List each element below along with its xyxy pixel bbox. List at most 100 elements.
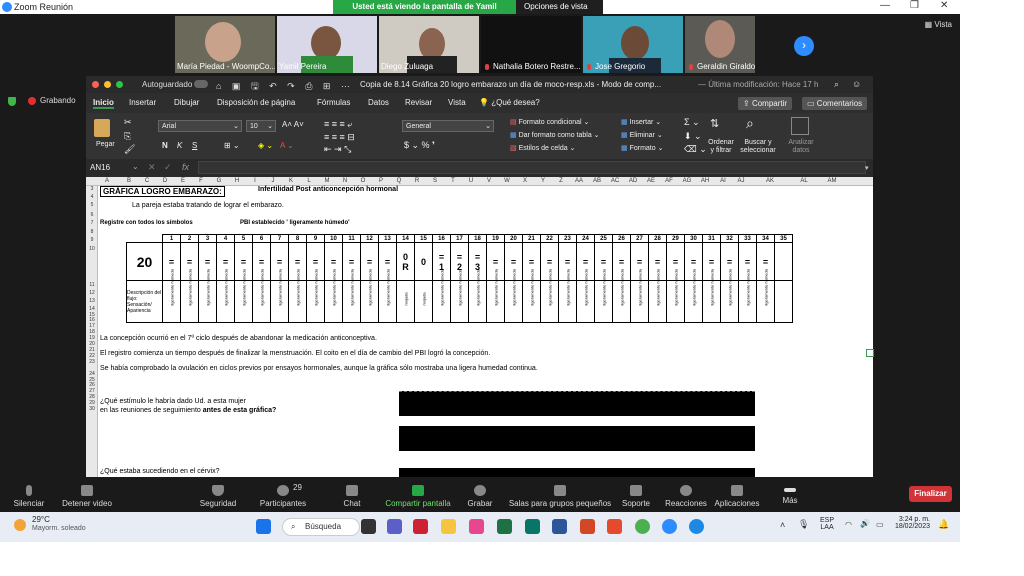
row-header[interactable]: 3 [87,186,97,192]
font-size-select[interactable]: 10 ⌄ [246,120,276,132]
word-icon[interactable] [552,519,567,534]
column-header[interactable]: X [516,178,534,184]
confirm-entry-icon[interactable]: ✓ [164,162,172,173]
format-cells-button[interactable]: ▦ Formato ⌄ [621,144,663,152]
tab-insertar[interactable]: Insertar [129,98,156,107]
file-explorer-icon[interactable] [441,519,456,534]
task-view-icon[interactable] [361,519,376,534]
formula-input[interactable] [198,161,866,174]
taskbar-search[interactable]: ⌕ Búsqueda [282,518,360,536]
zoom-window-button[interactable] [116,81,123,88]
number-format-icons[interactable]: $ ⌄ % ❜ [404,140,435,151]
column-header[interactable]: T [444,178,462,184]
column-header[interactable]: H [228,178,246,184]
column-header[interactable]: M [318,178,336,184]
clear-icon[interactable]: ⌫ ⌄ [684,144,707,155]
edge-icon[interactable] [689,519,704,534]
column-header[interactable]: A [98,178,116,184]
worksheet[interactable]: A B C D E F G H I J K L M N O P Q R S T U V W X Y Z AA AB AC AD AE AF AG… [86,177,873,477]
insert-cells-button[interactable]: ▦ Insertar ⌄ [621,118,661,126]
underline-button[interactable]: S [192,141,197,150]
maximize-icon[interactable]: ❐ [910,0,919,11]
security-button[interactable]: Seguridad [183,482,253,508]
participant-tile[interactable]: Diego Zuluaga [379,16,479,73]
fill-icon[interactable]: ⬇ ⌄ [684,131,702,142]
paste-label[interactable]: Pegar [96,141,115,148]
column-header[interactable]: AG [678,178,696,184]
start-icon[interactable] [256,519,271,534]
column-header[interactable]: C [138,178,156,184]
column-header[interactable]: AC [606,178,624,184]
align-middle-icons[interactable]: ≡ ≡ ≡ ⊟ [324,132,355,143]
number-format-select[interactable]: General ⌄ [402,120,494,132]
app-icon[interactable] [413,519,428,534]
column-header[interactable]: D [156,178,174,184]
fx-icon[interactable]: fx [182,162,189,172]
chrome-icon[interactable] [635,519,650,534]
column-header[interactable]: AD [624,178,642,184]
row-header[interactable]: 30 [87,406,97,412]
battery-icon[interactable]: ▭ [876,520,884,529]
share-button[interactable]: ⇪ Compartir [738,97,793,110]
delete-cells-button[interactable]: ▦ Eliminar ⌄ [621,131,663,139]
sort-filter-button[interactable]: Ordenar y filtrar [706,139,736,155]
tab-inicio[interactable]: Inicio [93,98,114,109]
more-button[interactable]: Más [755,482,825,505]
teams-icon[interactable] [387,519,402,534]
answer-box-2[interactable] [399,426,755,451]
column-header[interactable]: Y [534,178,552,184]
format-as-table-button[interactable]: ▦ Dar formato como tabla ⌄ [510,131,600,139]
mic-tray-icon[interactable]: 🎙 [798,519,809,530]
stop-video-button[interactable]: Detener video [52,482,122,508]
tab-formulas[interactable]: Fórmulas [317,98,350,107]
column-header[interactable]: AH [696,178,714,184]
row-header[interactable]: 7 [87,220,97,226]
weather-temp[interactable]: 29°C [32,515,50,524]
column-header[interactable]: N [336,178,354,184]
column-header[interactable]: AA [570,178,588,184]
tray-chevron-icon[interactable]: ˄ [780,520,785,530]
view-button[interactable]: ▦ Vista [925,20,952,29]
format-painter-icon[interactable]: 🖌 [124,144,135,155]
autosave-toggle[interactable] [194,80,208,88]
font-grow-shrink-icons[interactable]: A˄ A˅ [282,120,304,129]
indent-icons[interactable]: ⇤ ⇥ ⤡ [324,144,351,155]
paste-icon[interactable] [94,119,110,137]
app-icon[interactable] [469,519,484,534]
column-header[interactable]: B [120,178,138,184]
recording-indicator[interactable]: Grabando [28,96,76,105]
sort-filter-icon[interactable]: ⇅ [710,117,719,130]
column-header[interactable]: E [174,178,192,184]
participant-tile[interactable]: Yamil Pereira [277,16,377,73]
tab-dibujar[interactable]: Dibujar [174,98,199,107]
cell-styles-button[interactable]: ▧ Estilos de celda ⌄ [510,144,575,152]
scroll-down-icon[interactable]: ▾ [865,164,869,172]
next-participants-button[interactable]: › [794,36,814,56]
analyze-data-icon[interactable] [791,117,809,135]
cut-icon[interactable]: ✂ [124,117,132,128]
italic-button[interactable]: K [177,141,182,150]
excel-icon[interactable] [497,519,512,534]
fill-color-icon[interactable]: ◈ ⌄ [258,141,273,150]
column-header[interactable]: O [354,178,372,184]
answer-box-1[interactable] [399,391,755,416]
column-header[interactable]: S [426,178,444,184]
column-header[interactable]: AM [818,178,846,184]
end-meeting-button[interactable]: Finalizar [909,486,952,502]
column-header[interactable]: Q [390,178,408,184]
column-header[interactable]: P [372,178,390,184]
column-header[interactable]: U [462,178,480,184]
participants-button[interactable]: Participantes [248,482,318,508]
participant-tile[interactable]: Jose Gregorio [583,16,683,73]
column-header[interactable]: L [300,178,318,184]
row-header[interactable]: 23 [87,359,97,365]
tab-datos[interactable]: Datos [368,98,389,107]
name-box[interactable]: AN16 [90,163,110,172]
align-top-icons[interactable]: ≡ ≡ ≡ ⤶ [324,119,352,130]
breakout-rooms-button[interactable]: Salas para grupos pequeños [505,482,615,508]
borders-icon[interactable]: ⊞ ⌄ [224,141,240,150]
row-header[interactable]: 4 [87,194,97,200]
tell-me-search[interactable]: 💡 ¿Qué desea? [479,98,540,107]
column-header[interactable]: AB [588,178,606,184]
column-header[interactable]: AJ [732,178,750,184]
